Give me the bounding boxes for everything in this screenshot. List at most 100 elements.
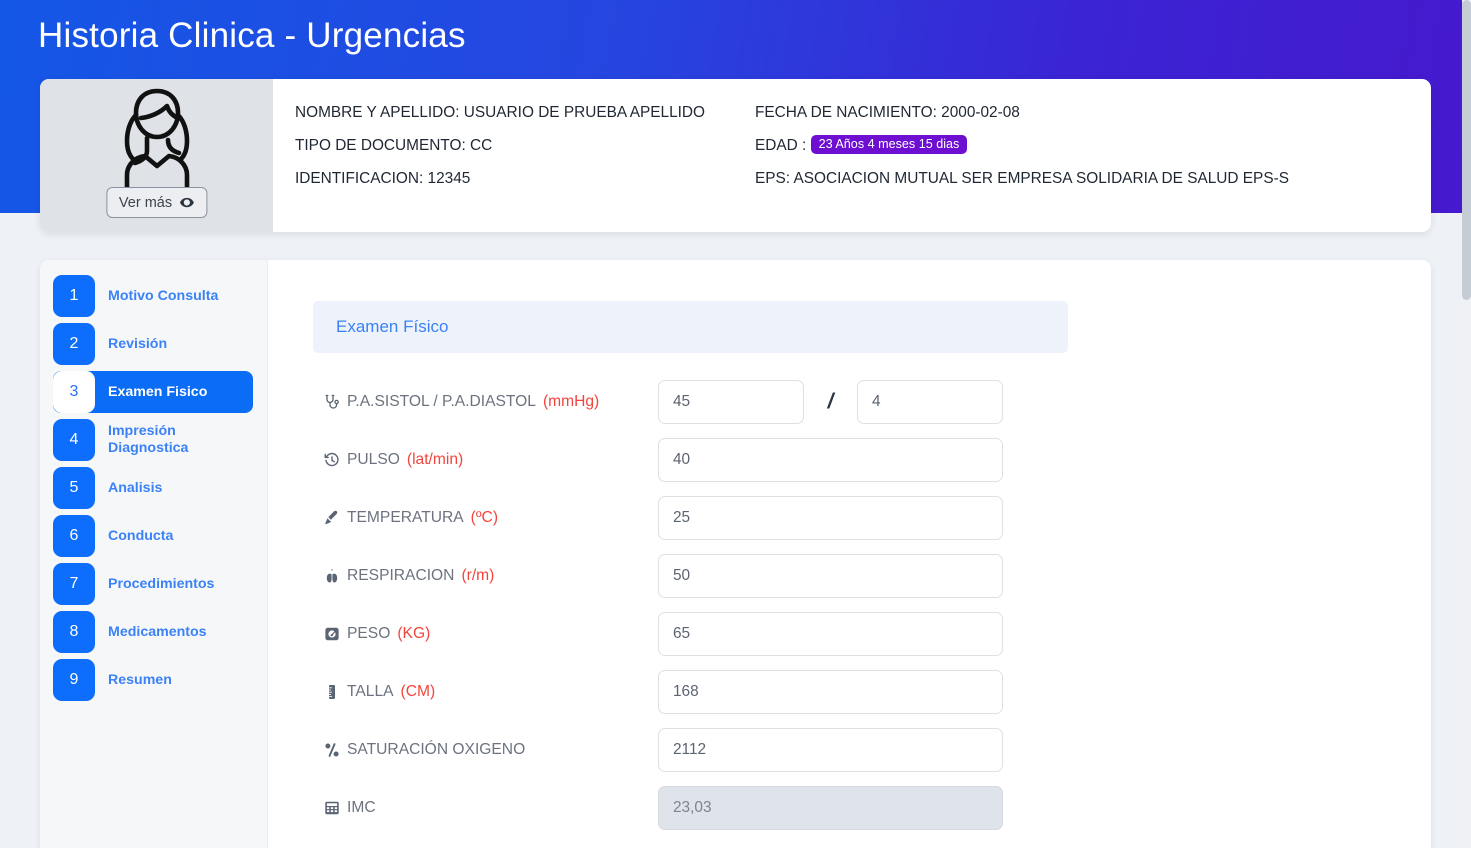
- patient-name-line: NOMBRE Y APELLIDO: USUARIO DE PRUEBA APE…: [295, 104, 705, 121]
- form-row-talla: TALLA (CM): [313, 670, 1431, 714]
- patient-info-pane: NOMBRE Y APELLIDO: USUARIO DE PRUEBA APE…: [273, 79, 1431, 232]
- label-peso: PESO (KG): [313, 625, 658, 643]
- label-unit: (r/m): [461, 567, 495, 584]
- label-unit: (KG): [397, 625, 431, 642]
- systolic-input[interactable]: [658, 380, 804, 424]
- saturacion-oxigeno-input[interactable]: [658, 728, 1003, 772]
- step-number: 5: [53, 467, 95, 509]
- sidebar-item-medicamentos[interactable]: 8 Medicamentos: [53, 611, 253, 653]
- step-label: Conducta: [108, 527, 174, 544]
- step-number: 9: [53, 659, 95, 701]
- respiracion-input[interactable]: [658, 554, 1003, 598]
- patient-avatar-illustration: [111, 85, 203, 198]
- sidebar-item-analisis[interactable]: 5 Analisis: [53, 467, 253, 509]
- page-scrollbar-track[interactable]: [1462, 0, 1471, 848]
- sidebar-item-procedimientos[interactable]: 7 Procedimientos: [53, 563, 253, 605]
- main-content-card: 1 Motivo Consulta 2 Revisión 3 Examen Fi…: [40, 260, 1431, 848]
- step-label: Examen Fisico: [108, 383, 208, 400]
- diastolic-input[interactable]: [857, 380, 1003, 424]
- step-number: 7: [53, 563, 95, 605]
- label-text: PULSO: [347, 451, 400, 468]
- imc-input: [658, 786, 1003, 830]
- step-number: 3: [53, 371, 95, 413]
- temperatura-input[interactable]: [658, 496, 1003, 540]
- step-label: Impresión Diagnostica: [108, 423, 189, 456]
- section-title: Examen Físico: [336, 317, 449, 336]
- sidebar-item-resumen[interactable]: 9 Resumen: [53, 659, 253, 701]
- form-row-temperatura: TEMPERATURA (ºC): [313, 496, 1431, 540]
- section-header: Examen Físico: [313, 301, 1068, 353]
- bp-separator: /: [827, 390, 834, 413]
- pulse-icon: [323, 452, 340, 469]
- label-text: SATURACIÓN OXIGENO: [347, 741, 526, 758]
- label-temperatura: TEMPERATURA (ºC): [313, 509, 658, 527]
- step-label: Resumen: [108, 671, 172, 688]
- step-number: 2: [53, 323, 95, 365]
- page-scrollbar-thumb[interactable]: [1462, 0, 1471, 300]
- patient-doc-type-line: TIPO DE DOCUMENTO: CC: [295, 136, 493, 154]
- label-unit: (CM): [400, 683, 436, 700]
- step-number: 8: [53, 611, 95, 653]
- ruler-icon: [323, 684, 340, 701]
- label-text: RESPIRACION: [347, 567, 455, 584]
- step-label: Motivo Consulta: [108, 287, 219, 304]
- step-label: Medicamentos: [108, 623, 207, 640]
- pulso-input[interactable]: [658, 438, 1003, 482]
- patient-info-left: NOMBRE Y APELLIDO: USUARIO DE PRUEBA APE…: [295, 101, 755, 232]
- lungs-icon: [323, 568, 340, 585]
- step-number: 1: [53, 275, 95, 317]
- age-badge: 23 Años 4 meses 15 dias: [810, 134, 968, 155]
- label-unit: (lat/min): [406, 451, 464, 468]
- form-row-presion-arterial: P.A.SISTOL / P.A.DIASTOL (mmHg) /: [313, 380, 1431, 424]
- ver-mas-label: Ver más: [118, 194, 173, 211]
- label-pulso: PULSO (lat/min): [313, 451, 658, 469]
- form-row-peso: PESO (KG): [313, 612, 1431, 656]
- patient-age-line: EDAD : 23 Años 4 meses 15 dias: [755, 134, 1355, 159]
- talla-input[interactable]: [658, 670, 1003, 714]
- form-row-respiracion: RESPIRACION (r/m): [313, 554, 1431, 598]
- page-title: Historia Clinica - Urgencias: [38, 16, 466, 55]
- label-text: P.A.SISTOL / P.A.DIASTOL: [347, 393, 536, 410]
- form-row-saturacion-oxigeno: SATURACIÓN OXIGENO: [313, 728, 1431, 772]
- sidebar-item-motivo-consulta[interactable]: 1 Motivo Consulta: [53, 275, 253, 317]
- sidebar-item-revision[interactable]: 2 Revisión: [53, 323, 253, 365]
- sidebar-item-conducta[interactable]: 6 Conducta: [53, 515, 253, 557]
- label-respiracion: RESPIRACION (r/m): [313, 567, 658, 585]
- step-label: Analisis: [108, 479, 163, 496]
- eye-icon: [178, 194, 195, 211]
- label-saturacion-oxigeno: SATURACIÓN OXIGENO: [313, 741, 658, 759]
- label-presion-arterial: P.A.SISTOL / P.A.DIASTOL (mmHg): [313, 393, 658, 411]
- percent-icon: [323, 742, 340, 759]
- form-row-imc: IMC: [313, 786, 1431, 830]
- weight-scale-icon: [323, 626, 340, 643]
- label-talla: TALLA (CM): [313, 683, 658, 701]
- label-text: IMC: [347, 799, 376, 816]
- stepper-sidebar: 1 Motivo Consulta 2 Revisión 3 Examen Fi…: [40, 260, 268, 848]
- form-row-pulso: PULSO (lat/min): [313, 438, 1431, 482]
- ver-mas-button[interactable]: Ver más: [105, 187, 208, 218]
- label-text: TEMPERATURA: [347, 509, 464, 526]
- label-text: TALLA: [347, 683, 394, 700]
- avatar-pane: Ver más: [40, 79, 273, 232]
- step-label: Procedimientos: [108, 575, 215, 592]
- label-unit: (mmHg): [542, 393, 600, 410]
- patient-info-right: FECHA DE NACIMIENTO: 2000-02-08 EDAD : 2…: [755, 101, 1355, 232]
- patient-id-line: IDENTIFICACION: 12345: [295, 169, 471, 187]
- patient-birthdate-line: FECHA DE NACIMIENTO: 2000-02-08: [755, 104, 1020, 121]
- label-text: PESO: [347, 625, 391, 642]
- stethoscope-icon: [323, 394, 340, 411]
- step-number: 6: [53, 515, 95, 557]
- step-number: 4: [53, 419, 95, 461]
- peso-input[interactable]: [658, 612, 1003, 656]
- label-unit: (ºC): [470, 509, 499, 526]
- patient-summary-card: Ver más NOMBRE Y APELLIDO: USUARIO DE PR…: [40, 79, 1431, 232]
- patient-eps-line: EPS: ASOCIACION MUTUAL SER EMPRESA SOLID…: [755, 169, 1289, 187]
- calculator-icon: [323, 800, 340, 817]
- patient-age-label: EDAD :: [755, 136, 807, 154]
- step-label: Revisión: [108, 335, 168, 352]
- sidebar-item-impresion-diagnostica[interactable]: 4 Impresión Diagnostica: [53, 419, 253, 461]
- sidebar-item-examen-fisico[interactable]: 3 Examen Fisico: [53, 371, 253, 413]
- label-imc: IMC: [313, 799, 658, 817]
- thermometer-icon: [323, 510, 340, 527]
- examen-fisico-form: Examen Físico P.A.SISTOL / P.A.DIASTOL (…: [268, 260, 1431, 848]
